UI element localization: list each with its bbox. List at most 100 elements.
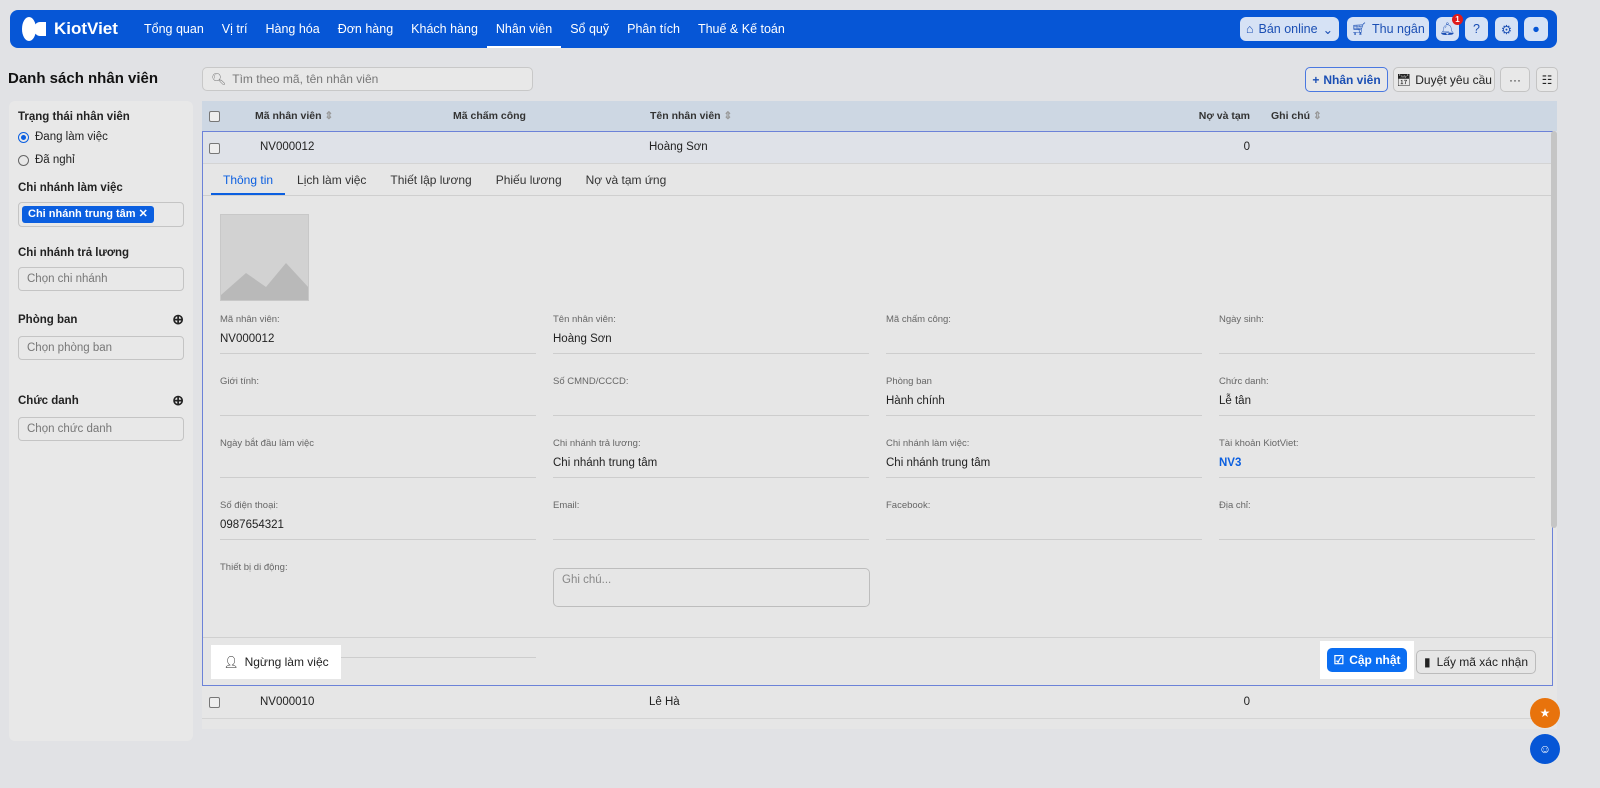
- help-icon: ?: [1473, 22, 1480, 36]
- plus-icon: +: [1312, 72, 1320, 87]
- field-value: NV3: [1219, 457, 1242, 469]
- support-agent-icon: ☺: [1538, 742, 1552, 756]
- dept-select[interactable]: Chọn phòng ban: [18, 336, 184, 360]
- nav-item[interactable]: Thuế & Kế toán: [689, 10, 794, 48]
- status-quit-radio[interactable]: Đã nghỉ: [18, 154, 184, 166]
- pay-branch-select[interactable]: Chọn chi nhánh: [18, 267, 184, 291]
- main-menu: Tổng quan Vị trí Hàng hóa Đơn hàng Khách hàn…: [135, 10, 794, 48]
- image-placeholder-icon: [221, 263, 308, 300]
- sort-icon: ⇕: [1313, 110, 1322, 122]
- nav-item[interactable]: Phân tích: [618, 10, 689, 48]
- user-icon: ●: [1532, 22, 1540, 36]
- branch-tag[interactable]: Chi nhánh trung tâm ✕: [22, 206, 154, 223]
- column-settings-button[interactable]: ☷: [1536, 67, 1558, 92]
- thu-ngan-button[interactable]: 🛒︎ Thu ngân: [1347, 17, 1429, 41]
- field-value: Chi nhánh trung tâm: [886, 457, 991, 469]
- title-select[interactable]: Chọn chức danh: [18, 417, 184, 441]
- nav-item[interactable]: Tổng quan: [135, 10, 213, 48]
- checkbox-icon: ☑: [1333, 653, 1345, 667]
- detail-tab[interactable]: Lịch làm việc: [285, 165, 378, 195]
- detail-field: Facebook:: [886, 500, 1202, 540]
- update-button[interactable]: ☑ Cập nhật: [1327, 648, 1407, 672]
- nav-item[interactable]: Sổ quỹ: [561, 10, 618, 48]
- field-label: Email:: [553, 500, 580, 511]
- chevron-down-icon: ⌄: [1322, 22, 1334, 37]
- add-employee-button[interactable]: + Nhân viên: [1305, 67, 1388, 92]
- close-icon[interactable]: ✕: [139, 208, 148, 220]
- detail-tab[interactable]: Phiếu lương: [484, 165, 574, 195]
- field-value: 0987654321: [220, 519, 284, 531]
- field-label: Địa chỉ:: [1219, 500, 1251, 511]
- ban-online-button[interactable]: ⌂ Bán online ⌄: [1240, 17, 1339, 41]
- nav-item[interactable]: Khách hàng: [402, 10, 487, 48]
- detail-field: Chi nhánh trả lương: Chi nhánh trung tâm: [553, 438, 869, 478]
- add-circle-icon[interactable]: ⊕: [172, 392, 184, 409]
- field-label: Giới tính:: [220, 376, 259, 387]
- avatar[interactable]: ●: [1524, 17, 1548, 41]
- detail-field: Email:: [553, 500, 869, 540]
- detail-field: Thiết bị di động:: [220, 562, 536, 658]
- table-header: Mã nhân viên ⇕ Mã chấm công Tên nhân viê…: [202, 101, 1557, 152]
- field-value: NV000012: [220, 333, 275, 345]
- select-all-checkbox[interactable]: [209, 111, 220, 122]
- col-name[interactable]: Tên nhân viên ⇕: [650, 101, 732, 131]
- detail-field: Giới tính:: [220, 376, 536, 416]
- support-fab[interactable]: ☺: [1530, 734, 1560, 764]
- more-button[interactable]: ···: [1500, 67, 1530, 92]
- nav-item[interactable]: Đơn hàng: [329, 10, 402, 48]
- employee-detail-panel: Thông tin Lịch làm việc Thiết lập lương Phi…: [202, 131, 1553, 686]
- field-label: Mã nhân viên:: [220, 314, 280, 325]
- detail-tab[interactable]: Thông tin: [211, 165, 286, 195]
- notification-button[interactable]: 🔔︎ 1: [1436, 14, 1463, 41]
- approve-requests-button[interactable]: 📅︎ Duyệt yêu cầu: [1393, 67, 1495, 92]
- user-remove-icon: 👤︎: [223, 655, 239, 669]
- field-label: Chi nhánh trả lương:: [553, 438, 641, 449]
- logo[interactable]: KiotViet: [22, 17, 118, 41]
- detail-field: Chi nhánh làm việc: Chi nhánh trung tâm: [886, 438, 1202, 478]
- sort-icon: ⇕: [324, 110, 334, 122]
- status-working-radio[interactable]: Đang làm việc: [18, 131, 184, 143]
- page-title: Danh sách nhân viên: [8, 70, 159, 87]
- table-row[interactable]: NV000010 Lê Hà 0: [202, 686, 1557, 719]
- field-label: Thiết bị di động:: [220, 562, 288, 573]
- employee-photo-placeholder[interactable]: [220, 214, 309, 301]
- nav-item[interactable]: Hàng hóa: [256, 10, 328, 48]
- settings-button[interactable]: ⚙: [1495, 17, 1518, 41]
- star-icon: ★: [1539, 706, 1551, 720]
- field-value: Lễ tân: [1219, 395, 1251, 407]
- dept-filter-header: Phòng ban ⊕: [18, 311, 184, 328]
- detail-field: Mã nhân viên: NV000012: [220, 314, 536, 354]
- nav-item[interactable]: Vị trí: [213, 10, 257, 48]
- search-input[interactable]: 🔍︎ Tìm theo mã, tên nhân viên: [202, 67, 533, 91]
- notification-badge: 1: [1452, 14, 1463, 25]
- field-label: Phòng ban: [886, 376, 932, 387]
- field-value: Chi nhánh trung tâm: [553, 457, 658, 469]
- status-filter-title: Trạng thái nhân viên: [18, 111, 130, 123]
- note-textarea[interactable]: Ghi chú...: [553, 568, 870, 607]
- help-button[interactable]: ?: [1465, 17, 1488, 41]
- detail-field: Tài khoản KiotViet: NV3: [1219, 438, 1535, 478]
- detail-field: Số điện thoại: 0987654321: [220, 500, 536, 540]
- detail-tab[interactable]: Nợ và tạm ứng: [574, 165, 679, 195]
- col-note[interactable]: Ghi chú ⇕: [1271, 101, 1322, 131]
- search-icon: 🔍︎: [211, 72, 227, 86]
- row-checkbox[interactable]: [209, 697, 220, 708]
- detail-field: Mã chấm công:: [886, 314, 1202, 354]
- stop-working-button[interactable]: 👤︎ Ngừng làm việc: [211, 645, 341, 679]
- col-code[interactable]: Mã nhân viên ⇕: [255, 101, 333, 131]
- list-icon: ☷: [1541, 72, 1553, 87]
- add-circle-icon[interactable]: ⊕: [172, 311, 184, 328]
- detail-tab[interactable]: Thiết lập lương: [378, 165, 483, 195]
- detail-field: Phòng ban Hành chính: [886, 376, 1202, 416]
- filter-sidebar: Trạng thái nhân viên Đang làm việc Đã ng…: [9, 101, 193, 741]
- detail-field: Địa chỉ:: [1219, 500, 1535, 540]
- nav-item[interactable]: Nhân viên: [486, 10, 562, 48]
- get-code-button[interactable]: ▮ Lấy mã xác nhận: [1416, 650, 1536, 674]
- calendar-check-icon: 📅︎: [1396, 72, 1412, 87]
- favorite-fab[interactable]: ★: [1530, 698, 1560, 728]
- branch-select[interactable]: Chi nhánh trung tâm ✕: [18, 202, 184, 227]
- field-label: Số CMND/CCCD:: [553, 376, 629, 387]
- detail-footer: [203, 637, 1552, 638]
- detail-field: Tên nhân viên: Hoàng Sơn: [553, 314, 869, 354]
- scrollbar[interactable]: [1551, 131, 1557, 528]
